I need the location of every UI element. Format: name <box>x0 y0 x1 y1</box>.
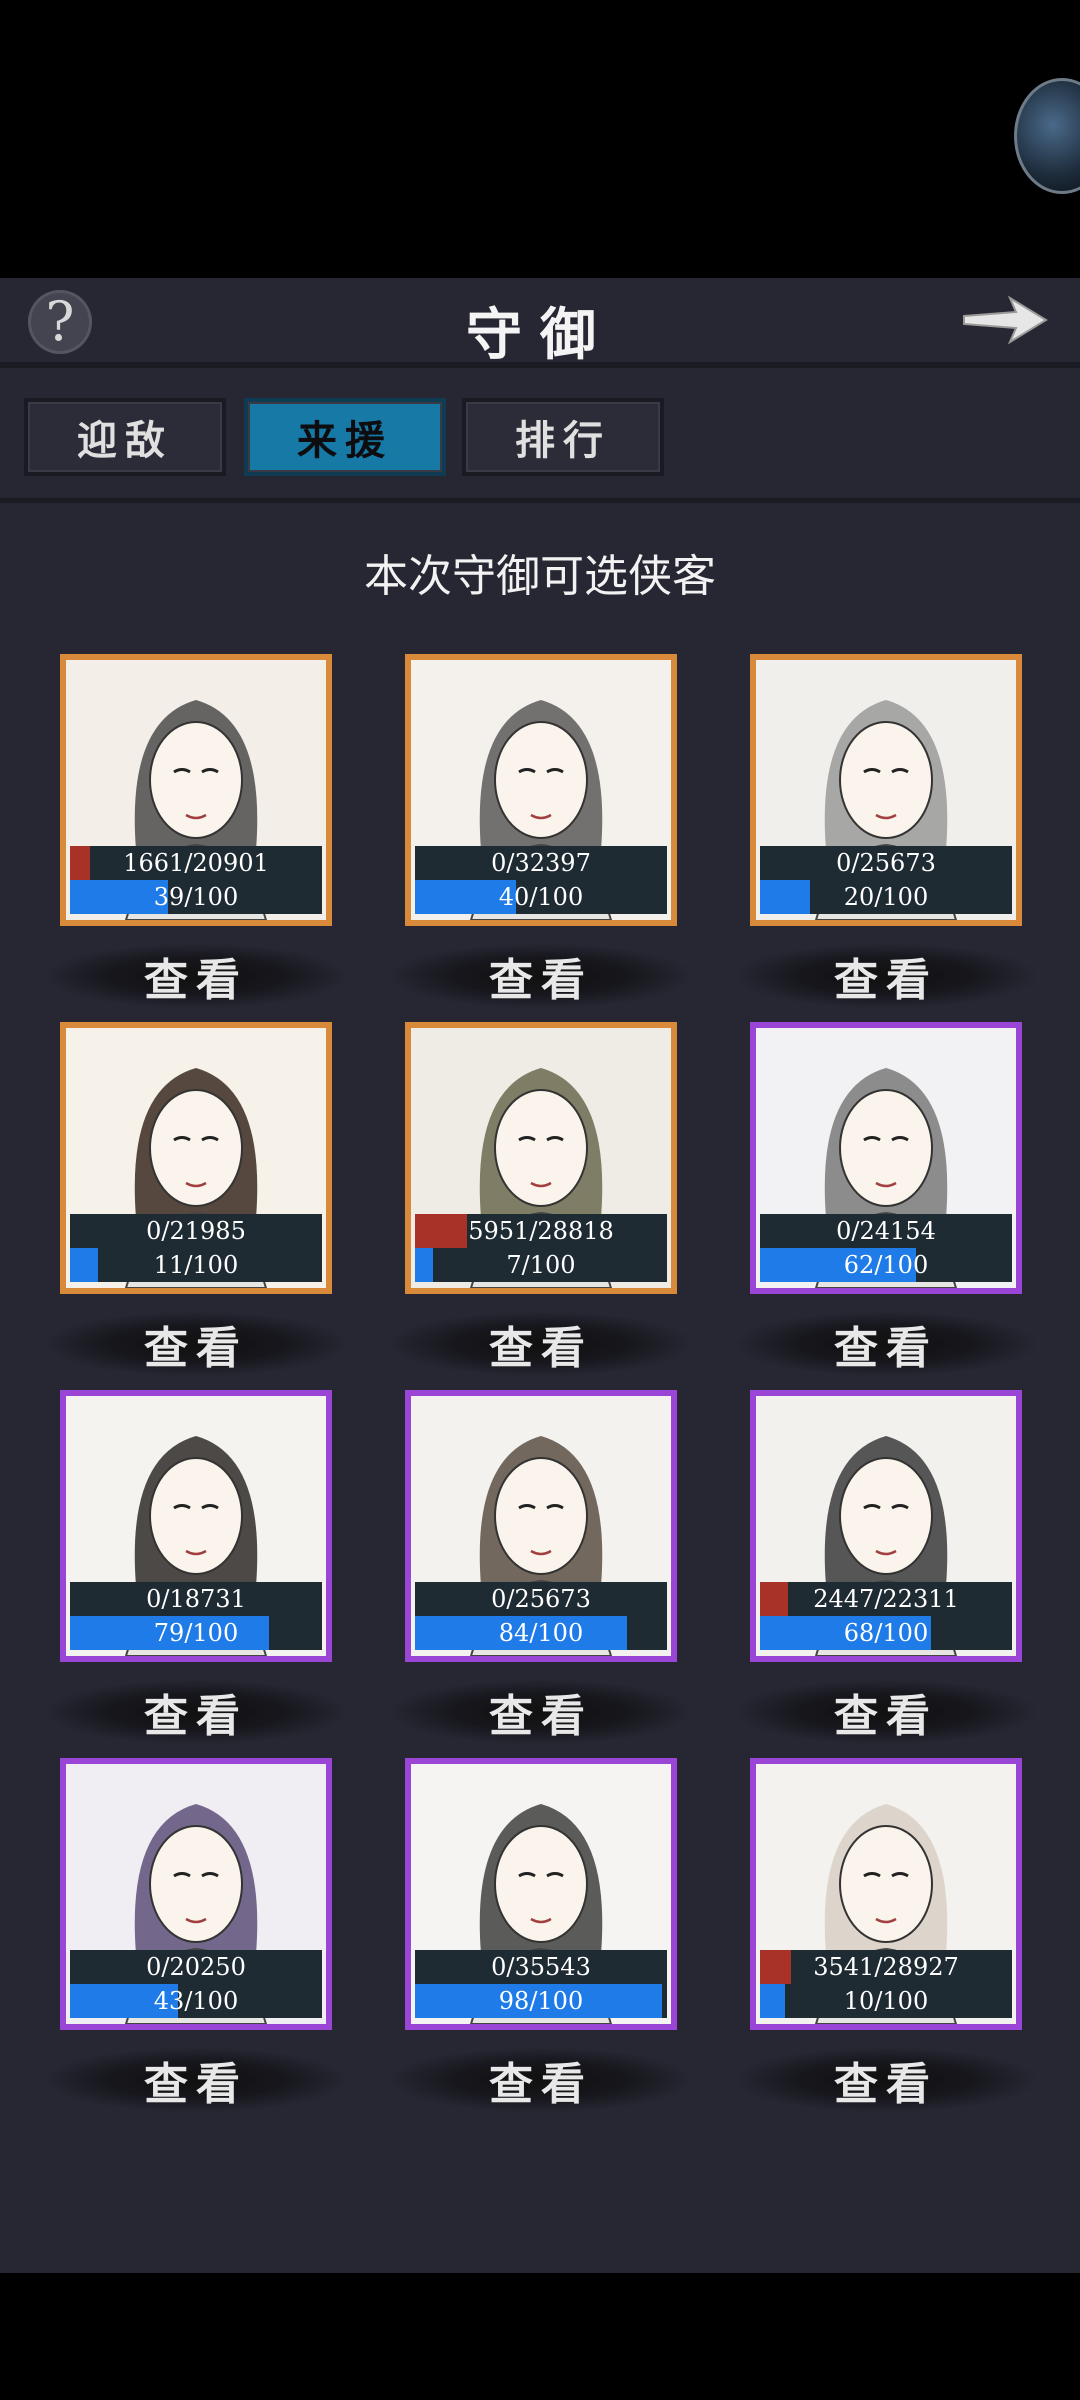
hero-card[interactable]: 3541/28927 10/100 <box>750 1758 1022 2030</box>
energy-value: 39/100 <box>153 883 239 911</box>
question-icon: ? <box>45 290 75 353</box>
bottom-bar <box>0 2273 1080 2400</box>
hero-card[interactable]: 0/21985 11/100 <box>60 1022 332 1294</box>
hp-value: 0/25673 <box>836 849 936 877</box>
hero-stats: 0/18731 79/100 <box>70 1582 322 1652</box>
energy-bar: 68/100 <box>760 1616 1012 1650</box>
energy-bar: 11/100 <box>70 1248 322 1282</box>
hero-card[interactable]: 0/24154 62/100 <box>750 1022 1022 1294</box>
hero-stats: 0/35543 98/100 <box>415 1950 667 2020</box>
hp-bar: 1661/20901 <box>70 846 322 880</box>
hero-stats: 1661/20901 39/100 <box>70 846 322 916</box>
page-title: 守御 <box>466 302 614 368</box>
energy-bar: 10/100 <box>760 1984 1012 2018</box>
hp-bar: 0/35543 <box>415 1950 667 1984</box>
hp-bar: 3541/28927 <box>760 1950 1012 1984</box>
view-hero-button[interactable]: 查看 <box>736 944 1036 1008</box>
hero-stats: 5951/28818 7/100 <box>415 1214 667 1284</box>
section-title: 本次守御可选侠客 <box>364 551 716 602</box>
hero-stats: 3541/28927 10/100 <box>760 1950 1012 2020</box>
hp-value: 0/25673 <box>491 1585 591 1613</box>
divider <box>0 498 1080 503</box>
hero-card[interactable]: 1661/20901 39/100 <box>60 654 332 926</box>
energy-value: 40/100 <box>498 883 584 911</box>
hero-card[interactable]: 0/32397 40/100 <box>405 654 677 926</box>
energy-value: 43/100 <box>153 1987 239 2015</box>
view-hero-button[interactable]: 查看 <box>46 944 346 1008</box>
view-hero-button[interactable]: 查看 <box>391 1312 691 1376</box>
hp-value: 5951/28818 <box>468 1217 614 1245</box>
energy-value: 62/100 <box>843 1251 929 1279</box>
status-area <box>0 0 1080 278</box>
view-hero-button[interactable]: 查看 <box>46 1680 346 1744</box>
hero-card[interactable]: 2447/22311 68/100 <box>750 1390 1022 1662</box>
hero-card[interactable]: 5951/28818 7/100 <box>405 1022 677 1294</box>
hp-bar: 0/24154 <box>760 1214 1012 1248</box>
view-hero-button[interactable]: 查看 <box>736 1312 1036 1376</box>
arrow-right-icon <box>963 295 1048 345</box>
divider <box>0 362 1080 368</box>
view-hero-button[interactable]: 查看 <box>46 2048 346 2112</box>
energy-bar: 39/100 <box>70 880 322 914</box>
energy-bar: 98/100 <box>415 1984 667 2018</box>
hp-value: 0/24154 <box>836 1217 936 1245</box>
hp-value: 0/18731 <box>146 1585 246 1613</box>
energy-value: 11/100 <box>153 1251 239 1279</box>
energy-value: 84/100 <box>498 1619 584 1647</box>
hero-card[interactable]: 0/25673 20/100 <box>750 654 1022 926</box>
view-hero-button[interactable]: 查看 <box>46 1312 346 1376</box>
hp-value: 0/35543 <box>491 1953 591 1981</box>
hp-bar: 5951/28818 <box>415 1214 667 1248</box>
hp-value: 0/21985 <box>146 1217 246 1245</box>
energy-bar: 7/100 <box>415 1248 667 1282</box>
hero-stats: 0/21985 11/100 <box>70 1214 322 1284</box>
energy-value: 10/100 <box>843 1987 929 2015</box>
energy-bar: 40/100 <box>415 880 667 914</box>
hp-bar: 0/25673 <box>760 846 1012 880</box>
view-hero-button[interactable]: 查看 <box>391 944 691 1008</box>
hp-bar: 0/21985 <box>70 1214 322 1248</box>
hero-card[interactable]: 0/20250 43/100 <box>60 1758 332 2030</box>
tab-engage[interactable]: 迎敌 <box>24 398 226 476</box>
energy-bar: 20/100 <box>760 880 1012 914</box>
hero-card[interactable]: 0/18731 79/100 <box>60 1390 332 1662</box>
hp-value: 3541/28927 <box>813 1953 959 1981</box>
hp-bar: 0/32397 <box>415 846 667 880</box>
hp-bar: 0/25673 <box>415 1582 667 1616</box>
energy-bar: 62/100 <box>760 1248 1012 1282</box>
view-hero-button[interactable]: 查看 <box>736 1680 1036 1744</box>
energy-value: 98/100 <box>498 1987 584 2015</box>
view-hero-button[interactable]: 查看 <box>391 1680 691 1744</box>
tab-reinforce[interactable]: 来援 <box>244 398 446 476</box>
energy-value: 79/100 <box>153 1619 239 1647</box>
hero-stats: 0/32397 40/100 <box>415 846 667 916</box>
energy-bar: 43/100 <box>70 1984 322 2018</box>
energy-value: 68/100 <box>843 1619 929 1647</box>
hp-value: 0/20250 <box>146 1953 246 1981</box>
next-button[interactable] <box>956 288 1052 352</box>
hero-card[interactable]: 0/35543 98/100 <box>405 1758 677 2030</box>
hero-stats: 0/24154 62/100 <box>760 1214 1012 1284</box>
hp-value: 0/32397 <box>491 849 591 877</box>
hero-stats: 0/20250 43/100 <box>70 1950 322 2020</box>
hp-bar: 0/20250 <box>70 1950 322 1984</box>
panel-header: ? 守御 <box>0 278 1080 370</box>
energy-value: 7/100 <box>506 1251 576 1279</box>
hero-card[interactable]: 0/25673 84/100 <box>405 1390 677 1662</box>
energy-bar: 79/100 <box>70 1616 322 1650</box>
view-hero-button[interactable]: 查看 <box>391 2048 691 2112</box>
hero-stats: 2447/22311 68/100 <box>760 1582 1012 1652</box>
hero-stats: 0/25673 20/100 <box>760 846 1012 916</box>
energy-value: 20/100 <box>843 883 929 911</box>
hp-bar: 0/18731 <box>70 1582 322 1616</box>
energy-bar: 84/100 <box>415 1616 667 1650</box>
hp-bar: 2447/22311 <box>760 1582 1012 1616</box>
hp-value: 2447/22311 <box>813 1585 959 1613</box>
tab-ranking[interactable]: 排行 <box>462 398 664 476</box>
hero-stats: 0/25673 84/100 <box>415 1582 667 1652</box>
view-hero-button[interactable]: 查看 <box>736 2048 1036 2112</box>
help-button[interactable]: ? <box>28 290 92 354</box>
hp-value: 1661/20901 <box>123 849 269 877</box>
